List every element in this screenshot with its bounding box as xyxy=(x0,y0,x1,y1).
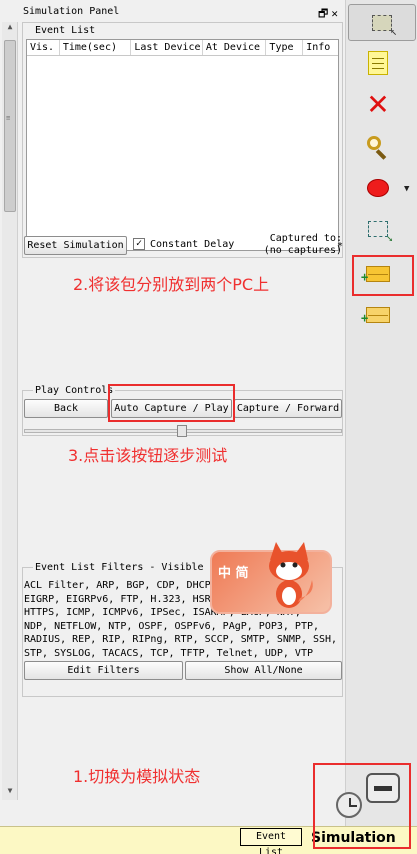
panel-scrollbar[interactable]: ▲ ≡ ▼ xyxy=(2,22,18,800)
captured-to-line2: (no captures) xyxy=(263,245,342,256)
captured-to-label: Captured to: (no captures) xyxy=(258,233,342,257)
column-header-type[interactable]: Type xyxy=(266,40,304,55)
highlight-auto-capture xyxy=(108,384,235,422)
checkbox-check-icon[interactable]: ✓ xyxy=(133,238,145,250)
scroll-down-arrow-icon[interactable]: ▼ xyxy=(2,786,18,800)
show-all-none-button[interactable]: Show All/None xyxy=(185,661,342,680)
select-tool[interactable]: ↖ xyxy=(348,4,416,41)
column-header-vis[interactable]: Vis. xyxy=(27,40,60,55)
column-header-time[interactable]: Time(sec) xyxy=(60,40,132,55)
resize-shape-tool[interactable]: ↘ xyxy=(358,212,398,246)
note-icon xyxy=(368,51,388,75)
add-complex-pdu-icon: + xyxy=(361,307,390,325)
play-controls-legend: Play Controls xyxy=(33,385,116,396)
panel-titlebar: Simulation Panel 🗗✕ xyxy=(20,4,345,21)
captured-to-line1: Captured to: xyxy=(269,233,342,244)
event-list-legend: Event List xyxy=(33,25,98,36)
shape-dropdown-arrow-icon[interactable]: ▼ xyxy=(404,184,409,194)
capture-forward-button[interactable]: Capture / Forward xyxy=(234,399,342,418)
add-complex-pdu-tool[interactable]: + xyxy=(358,298,398,332)
event-list-table[interactable]: Vis. Time(sec) Last Device At Device Typ… xyxy=(26,39,339,251)
highlight-simulation-mode xyxy=(313,763,411,849)
sticker-text: 中 简 xyxy=(218,566,249,581)
event-list-group: Event List Vis. Time(sec) Last Device At… xyxy=(22,22,343,258)
column-header-last-device[interactable]: Last Device xyxy=(131,40,203,55)
inspect-tool[interactable] xyxy=(358,130,398,164)
scrollbar-thumb[interactable]: ≡ xyxy=(4,40,16,212)
draw-ellipse-tool[interactable] xyxy=(358,171,398,205)
captured-asterisk: * xyxy=(337,241,344,252)
place-note-tool[interactable] xyxy=(358,46,398,80)
reset-simulation-button[interactable]: Reset Simulation xyxy=(24,236,127,255)
inspect-icon xyxy=(367,136,389,160)
column-header-at-device[interactable]: At Device xyxy=(203,40,267,55)
edit-filters-button[interactable]: Edit Filters xyxy=(24,661,183,680)
delete-tool[interactable]: ✕ xyxy=(358,88,398,122)
back-button[interactable]: Back xyxy=(24,399,108,418)
constant-delay-label: Constant Delay xyxy=(150,238,235,250)
select-icon: ↖ xyxy=(372,14,397,38)
resize-icon: ↘ xyxy=(368,221,393,244)
event-list-toggle-button[interactable]: Event List xyxy=(240,828,302,854)
annotation-step3: 3.点击该按钮逐步测试 xyxy=(68,446,228,465)
delete-icon: ✕ xyxy=(366,88,390,121)
filter-line: NDP, NETFLOW, NTP, OSPF, OSPFv6, PAgP, P… xyxy=(24,620,320,632)
filter-line: STP, SYSLOG, TACACS, TCP, TFTP, Telnet, … xyxy=(24,647,313,659)
fox-mascot-icon xyxy=(269,542,313,608)
annotation-step1: 1.切换为模拟状态 xyxy=(73,767,201,786)
event-list-header: Vis. Time(sec) Last Device At Device Typ… xyxy=(27,40,338,56)
column-header-info[interactable]: Info xyxy=(303,40,338,55)
fox-sticker-image: 中 简 xyxy=(210,542,332,618)
highlight-add-pdu xyxy=(352,255,414,296)
common-tools-bar: ↖ ✕ ▼ ↘ + + xyxy=(345,0,417,826)
slider-knob[interactable] xyxy=(177,425,187,437)
draw-ellipse-icon xyxy=(367,179,389,197)
play-speed-slider[interactable] xyxy=(24,425,342,437)
annotation-step2: 2.将该包分别放到两个PC上 xyxy=(73,275,270,294)
constant-delay-checkbox[interactable]: ✓ Constant Delay xyxy=(133,238,234,250)
panel-title: Simulation Panel xyxy=(23,6,120,17)
filter-line: RADIUS, REP, RIP, RIPng, RTP, SCCP, SMTP… xyxy=(24,634,338,646)
scroll-up-arrow-icon[interactable]: ▲ xyxy=(2,22,18,36)
